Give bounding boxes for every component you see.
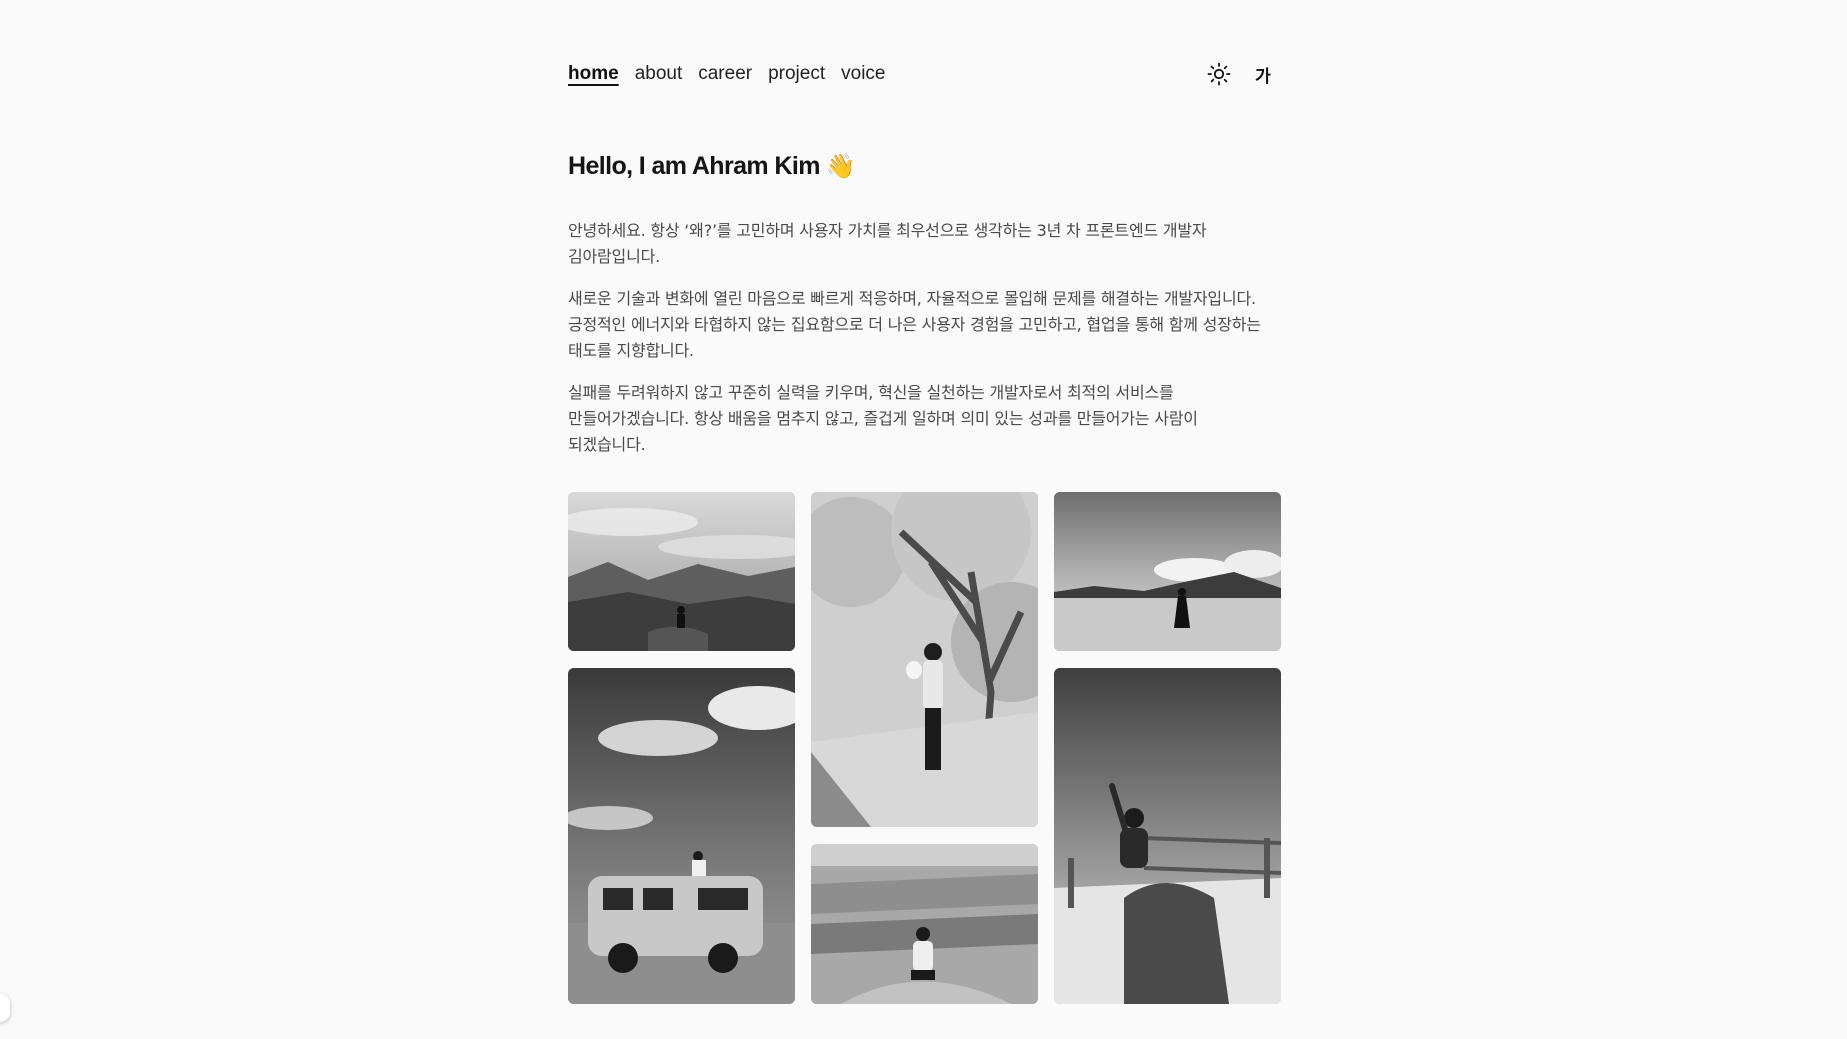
- canyon-image: [811, 844, 1038, 1004]
- intro-section: 안녕하세요. 항상 ‘왜?’를 고민하며 사용자 가치를 최우선으로 생각하는 …: [568, 218, 1280, 474]
- cherry-blossom-image: [811, 492, 1038, 827]
- photo-gallery: [568, 492, 1281, 1004]
- photo-summit-stone[interactable]: [1054, 668, 1281, 1004]
- waving-hand-icon: 👋: [825, 153, 856, 180]
- van-image: [568, 668, 795, 1004]
- nav-link-voice[interactable]: voice: [841, 60, 885, 88]
- photo-beach-shore[interactable]: [1054, 492, 1281, 651]
- beach-shore-image: [1054, 492, 1281, 651]
- nav-link-project[interactable]: project: [768, 60, 825, 88]
- nav-link-home[interactable]: home: [568, 60, 619, 88]
- title-text: Hello, I am Ahram Kim: [568, 152, 820, 180]
- intro-paragraph-1: 안녕하세요. 항상 ‘왜?’를 고민하며 사용자 가치를 최우선으로 생각하는 …: [568, 221, 1207, 266]
- intro-paragraph-2: 새로운 기술과 변화에 열린 마음으로 빠르게 적응하며, 자율적으로 몰입해 …: [568, 289, 1261, 360]
- photo-van-on-plain[interactable]: [568, 668, 795, 1004]
- mountain-valley-image: [568, 492, 795, 651]
- summit-stone-image: [1054, 668, 1281, 1004]
- page-title: Hello, I am Ahram Kim 👋: [568, 152, 856, 181]
- language-toggle-button[interactable]: 가: [1248, 59, 1278, 89]
- nav-tools: 가: [1204, 59, 1278, 89]
- photo-mountain-valley[interactable]: [568, 492, 795, 651]
- photo-cherry-blossom-tree[interactable]: [811, 492, 1038, 827]
- nav-link-career[interactable]: career: [698, 60, 752, 88]
- side-drawer-handle[interactable]: [0, 994, 10, 1022]
- photo-canyon-view[interactable]: [811, 844, 1038, 1004]
- intro-paragraph-3: 실패를 두려워하지 않고 꾸준히 실력을 키우며, 혁신을 실천하는 개발자로서…: [568, 383, 1198, 454]
- top-nav: home about career project voice 가: [568, 60, 1280, 88]
- theme-toggle-button[interactable]: [1204, 59, 1234, 89]
- sun-icon: [1207, 62, 1231, 86]
- nav-links: home about career project voice: [568, 60, 885, 88]
- nav-link-about[interactable]: about: [635, 60, 683, 88]
